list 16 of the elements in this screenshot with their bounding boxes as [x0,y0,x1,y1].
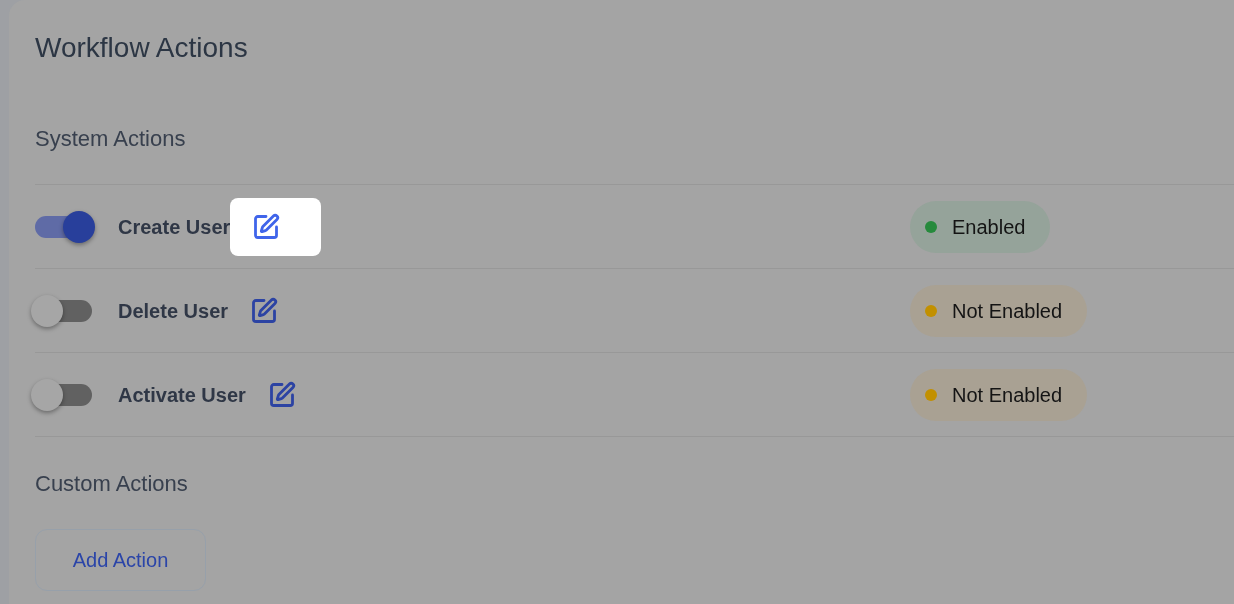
status-label: Not Enabled [952,382,1063,408]
status-label: Enabled [952,214,1026,240]
edit-icon[interactable] [250,296,279,325]
section-heading: Custom Actions [35,470,188,498]
toggle-thumb [31,378,63,411]
action-name: Activate User [118,382,246,408]
add-action-button[interactable]: Add Action [35,529,206,591]
toggle-thumb [63,210,95,243]
action-name: Delete User [118,298,229,324]
action-name: Create User [118,214,231,240]
toggle-thumb [31,294,63,327]
card-title: Workflow Actions [35,31,248,65]
edit-icon[interactable] [267,380,296,409]
edit-icon[interactable] [252,212,281,241]
section-heading: System Actions [35,125,186,153]
status-label: Not Enabled [952,298,1063,324]
